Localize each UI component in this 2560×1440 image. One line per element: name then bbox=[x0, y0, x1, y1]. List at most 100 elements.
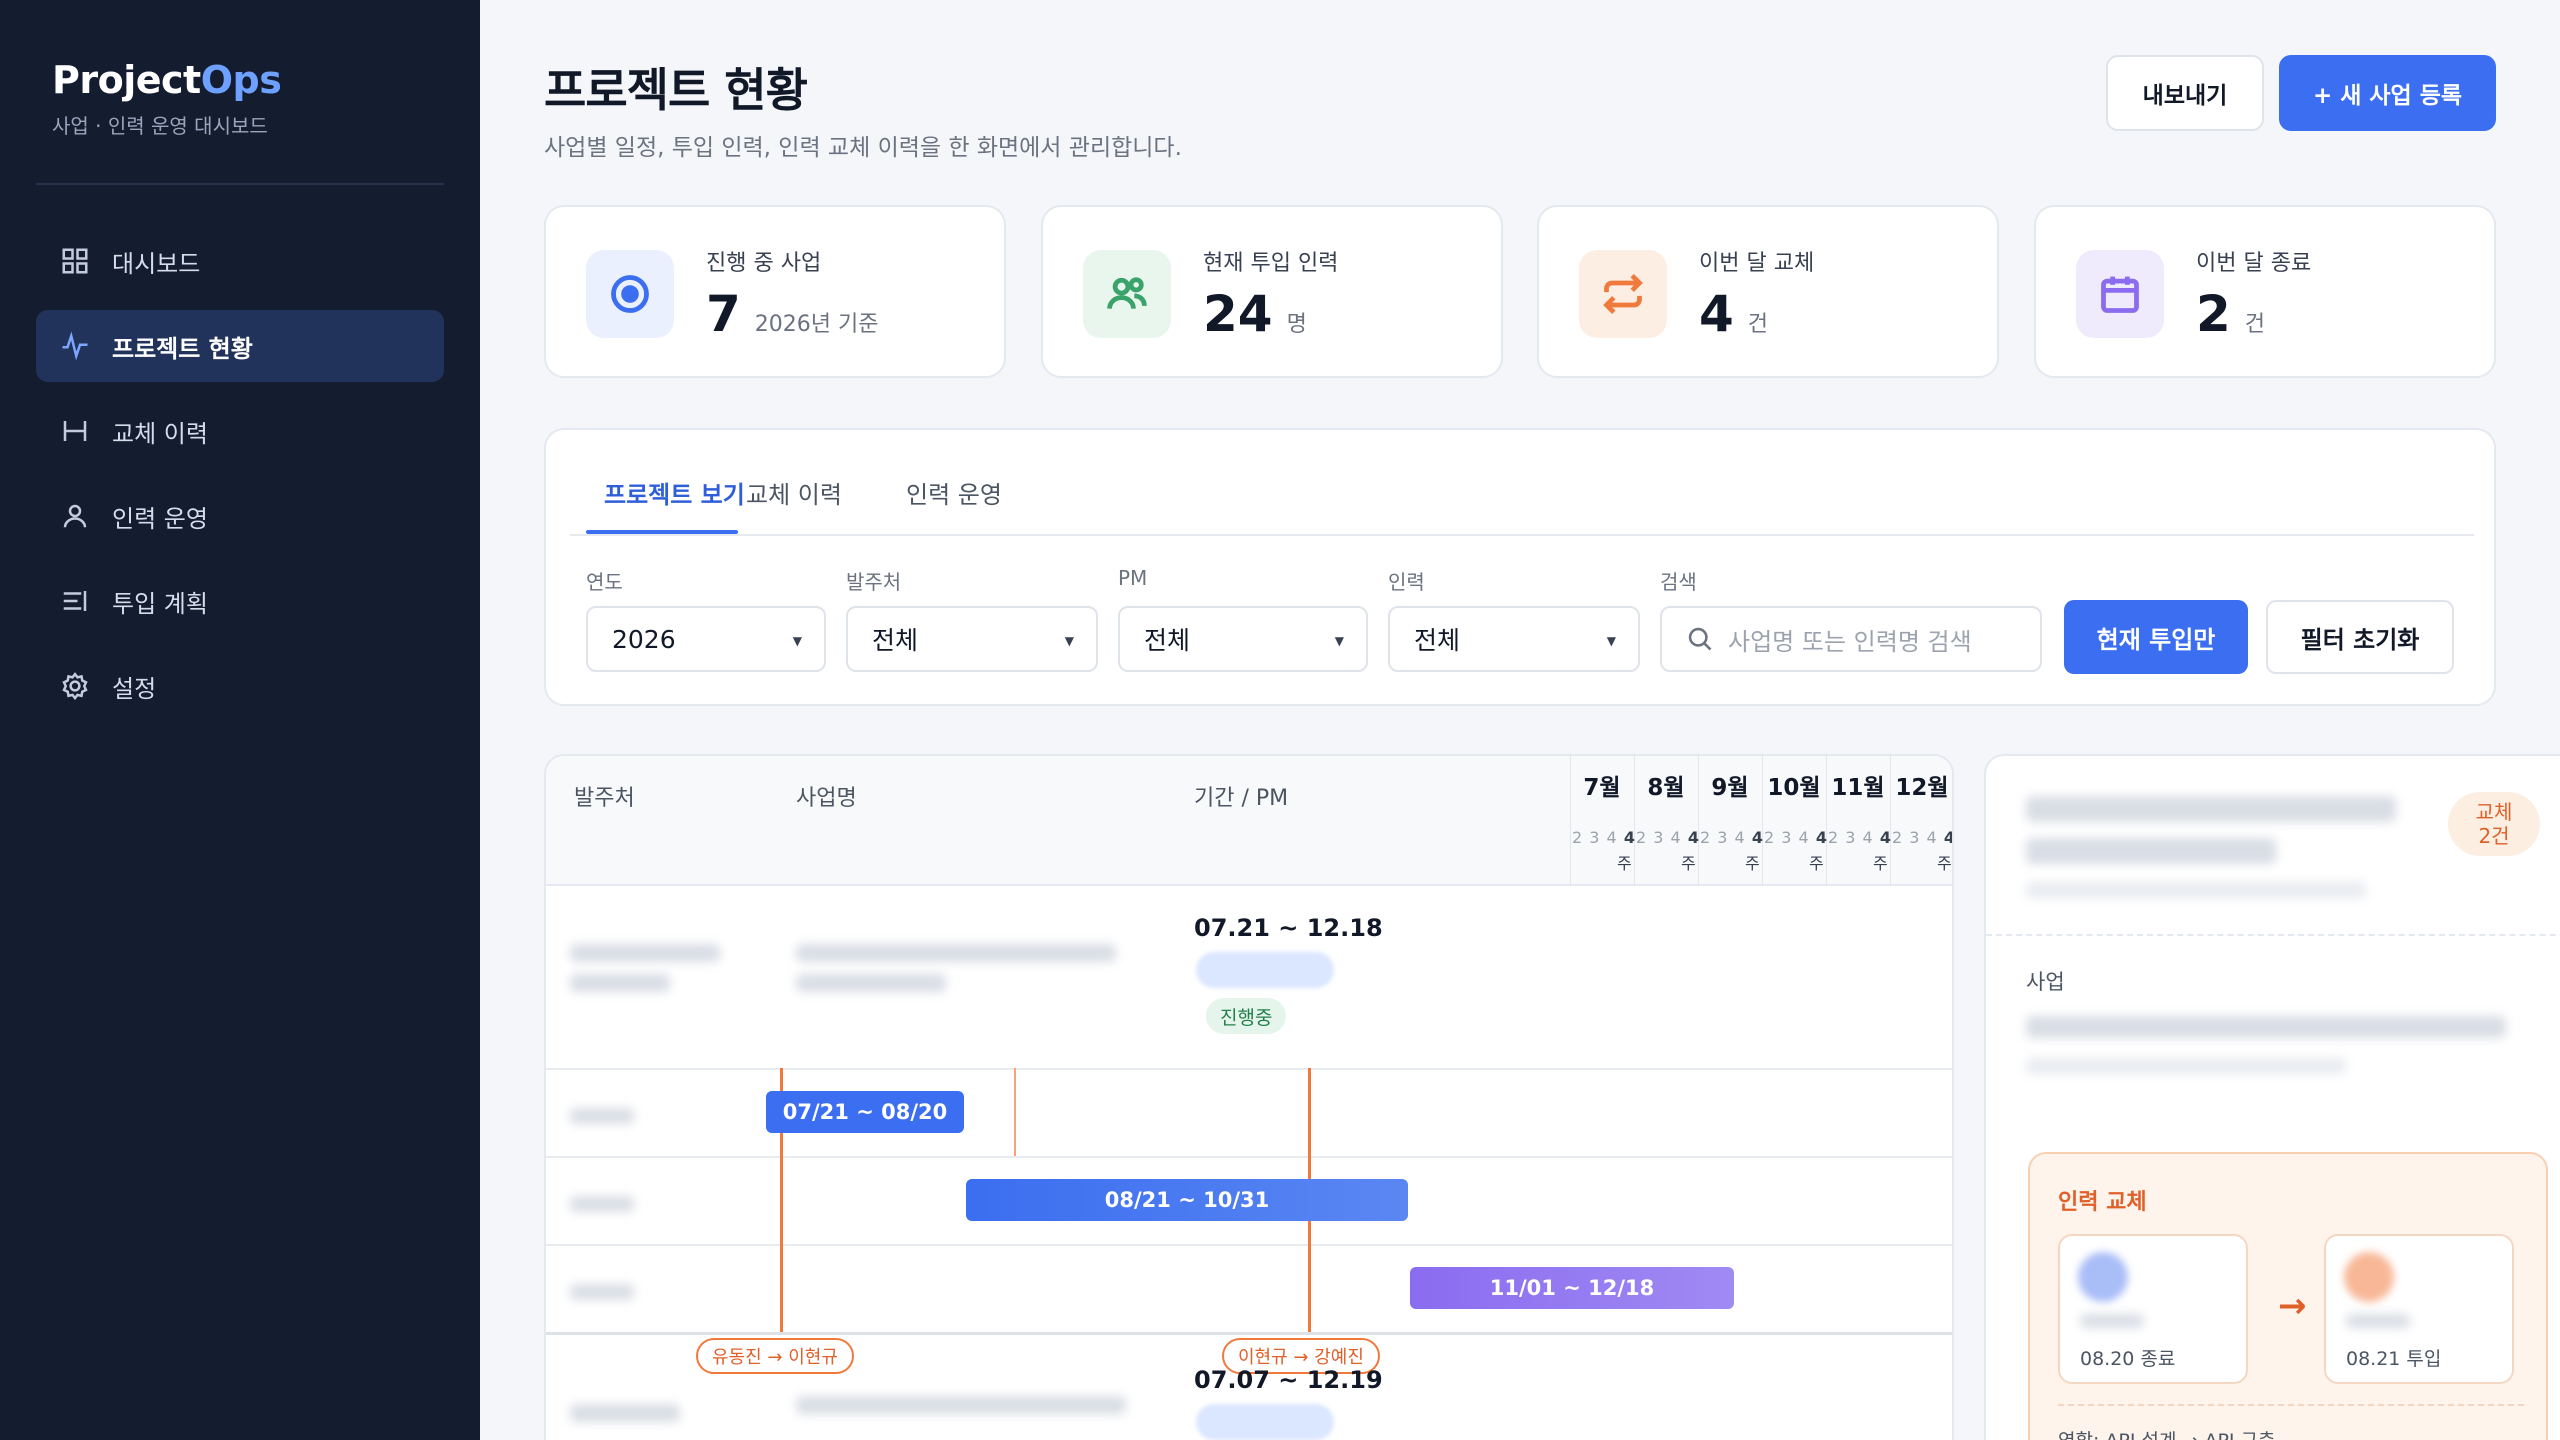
stat-card-monthly-swaps: 이번 달 교체 4건 bbox=[1537, 205, 1999, 378]
assignment-bar[interactable]: 08/21 ~ 10/31 bbox=[966, 1179, 1408, 1221]
brand-subtitle: 사업 · 인력 운영 대시보드 bbox=[52, 114, 268, 138]
sidebar-item-staffing[interactable]: 인력 운영 bbox=[36, 480, 444, 552]
outgoing-staff-card[interactable]: 08.20 종료 bbox=[2058, 1234, 2248, 1384]
client-filter-label: 발주처 bbox=[846, 570, 902, 594]
row-divider bbox=[546, 1068, 1952, 1070]
stat-label: 이번 달 종료 bbox=[2196, 251, 2312, 276]
stat-card-monthly-ended: 이번 달 종료 2건 bbox=[2034, 205, 2496, 378]
filter-panel: 프로젝트 보기 교체 이력 인력 운영 연도 2026 ▼ 발주처 전체 ▼ PM … bbox=[544, 428, 2496, 706]
staff-filter-label: 인력 bbox=[1388, 570, 1425, 594]
pm-select[interactable]: 전체 ▼ bbox=[1118, 606, 1368, 672]
blurred-pm-badge bbox=[1196, 952, 1334, 988]
sidebar-item-swap-history[interactable]: 교체 이력 bbox=[36, 395, 444, 467]
row-divider bbox=[546, 1156, 1952, 1158]
user-icon bbox=[63, 504, 87, 528]
detail-section-label: 사업 bbox=[2026, 970, 2065, 994]
month-label-oct: 10월 bbox=[1767, 775, 1821, 801]
stat-unit: 2026년 기준 bbox=[754, 312, 879, 337]
blurred-role bbox=[570, 1108, 634, 1124]
target-icon bbox=[611, 275, 649, 313]
sidebar-item-project-status[interactable]: 프로젝트 현황 bbox=[36, 310, 444, 382]
page-subtitle: 사업별 일정, 투입 인력, 인력 교체 이력을 한 화면에서 관리합니다. bbox=[544, 135, 1182, 161]
avatar bbox=[2344, 1252, 2394, 1302]
incoming-staff-card[interactable]: 08.21 투입 bbox=[2324, 1234, 2514, 1384]
stat-value: 2 bbox=[2196, 285, 2231, 343]
pm-filter-label: PM bbox=[1118, 566, 1148, 590]
stat-value-row: 24 명 bbox=[1203, 285, 1307, 343]
project-period: 07.07 ~ 12.19 bbox=[1194, 1366, 1383, 1394]
chevron-down-icon: ▼ bbox=[1606, 634, 1616, 648]
month-label-aug: 8월 bbox=[1647, 775, 1685, 801]
stat-icon-box bbox=[1579, 250, 1667, 338]
blurred-detail-title bbox=[2026, 838, 2276, 864]
export-button[interactable]: 내보내기 bbox=[2106, 55, 2264, 131]
project-period: 07.21 ~ 12.18 bbox=[1194, 914, 1383, 942]
client-select-value: 전체 bbox=[872, 626, 919, 655]
stat-value: 4 bbox=[1699, 285, 1734, 343]
year-select-value: 2026 bbox=[612, 624, 676, 654]
sidebar-item-dashboard[interactable]: 대시보드 bbox=[36, 225, 444, 297]
sidebar-item-label: 인력 운영 bbox=[112, 504, 208, 533]
calendar-icon bbox=[2101, 276, 2139, 313]
blurred-client-name bbox=[570, 1404, 680, 1422]
blurred-staff-name bbox=[2080, 1314, 2144, 1328]
stat-icon-box bbox=[2076, 250, 2164, 338]
year-select[interactable]: 2026 ▼ bbox=[586, 606, 826, 672]
week-labels-aug: 2 3 4 4 bbox=[1636, 828, 1700, 847]
blurred-client-name bbox=[570, 974, 670, 992]
week-suffix: 주 bbox=[1617, 854, 1632, 873]
swap-icon bbox=[1603, 273, 1643, 315]
week-labels-nov: 2 3 4 4 bbox=[1828, 828, 1892, 847]
month-divider bbox=[1826, 756, 1827, 886]
assignment-bar[interactable]: 07/21 ~ 08/20 bbox=[766, 1091, 964, 1133]
client-select[interactable]: 전체 ▼ bbox=[846, 606, 1098, 672]
gantt-header: 발주처 사업명 기간 / PM 7월 8월 9월 10월 11월 12월 2 3… bbox=[546, 756, 1952, 886]
tab-staffing[interactable]: 인력 운영 bbox=[906, 475, 1002, 510]
sidebar-item-label: 프로젝트 현황 bbox=[112, 334, 253, 363]
brand-logo[interactable]: ProjectOps bbox=[52, 58, 282, 102]
list-icon bbox=[63, 591, 87, 611]
month-divider bbox=[1890, 756, 1891, 886]
stat-value-row: 7 2026년 기준 bbox=[706, 285, 879, 343]
month-divider bbox=[1762, 756, 1763, 886]
staff-select[interactable]: 전체 ▼ bbox=[1388, 606, 1640, 672]
reset-filters-button[interactable]: 필터 초기화 bbox=[2266, 600, 2454, 674]
swap-count-badge: 교체 2건 bbox=[2448, 792, 2540, 856]
tab-swap-history[interactable]: 교체 이력 bbox=[746, 475, 842, 510]
week-suffix: 주 bbox=[1809, 854, 1824, 873]
swap-card-divider bbox=[2058, 1404, 2524, 1406]
assignment-bar[interactable]: 11/01 ~ 12/18 bbox=[1410, 1267, 1734, 1309]
stat-value-row: 2건 bbox=[2196, 285, 2265, 343]
blurred-detail-meta bbox=[2026, 1058, 2346, 1074]
blurred-project-name[interactable] bbox=[796, 1396, 1126, 1414]
stat-card-current-staff: 현재 투입 인력 24 명 bbox=[1041, 205, 1503, 378]
blurred-project-name[interactable] bbox=[796, 944, 1116, 962]
week-suffix: 주 bbox=[1873, 854, 1888, 873]
month-label-jul: 7월 bbox=[1583, 775, 1621, 801]
month-divider bbox=[1698, 756, 1699, 886]
week-suffix: 주 bbox=[1681, 854, 1696, 873]
current-only-button[interactable]: 현재 투입만 bbox=[2064, 600, 2248, 674]
project-detail-panel: 교체2건 사업 인력 교체 08.20 종료 → 08.21 투입 역할: AP… bbox=[1984, 754, 2560, 1440]
blurred-staff-name bbox=[2346, 1314, 2410, 1328]
sidebar: ProjectOps 사업 · 인력 운영 대시보드 대시보드 프로젝트 현황 … bbox=[0, 0, 480, 1440]
active-tab-indicator bbox=[586, 530, 738, 534]
blurred-client-name bbox=[570, 944, 720, 962]
grid-icon bbox=[62, 248, 88, 274]
gear-icon bbox=[62, 672, 88, 701]
month-divider bbox=[1634, 756, 1635, 886]
brand-name-accent: Ops bbox=[200, 58, 282, 102]
stat-value-row: 4건 bbox=[1699, 285, 1768, 343]
tab-project-view[interactable]: 프로젝트 보기 bbox=[604, 475, 745, 510]
swap-tag[interactable]: 유동진 → 이현규 bbox=[696, 1338, 854, 1374]
month-label-dec: 12월 bbox=[1895, 775, 1949, 801]
staff-end-note: 08.20 종료 bbox=[2080, 1348, 2176, 1370]
new-project-button[interactable]: + 새 사업 등록 bbox=[2279, 55, 2496, 131]
brand-name: Project bbox=[52, 58, 201, 102]
status-badge: 진행중 bbox=[1206, 998, 1287, 1034]
sidebar-item-label: 교체 이력 bbox=[112, 419, 208, 448]
sidebar-item-deployment-plan[interactable]: 투입 계획 bbox=[36, 565, 444, 637]
row-divider bbox=[546, 1244, 1952, 1246]
search-input[interactable]: 사업명 또는 인력명 검색 bbox=[1660, 606, 2042, 672]
sidebar-item-settings[interactable]: 설정 bbox=[36, 650, 444, 722]
